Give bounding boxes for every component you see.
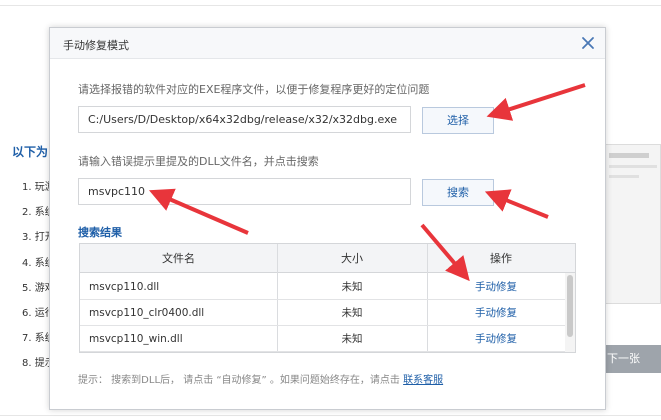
thumbnail-bar (609, 165, 657, 168)
size-cell: 未知 (341, 333, 363, 345)
table-header: 文件名 大小 操作 (80, 244, 575, 273)
column-header-filename: 文件名 (162, 252, 195, 265)
exe-instruction: 请选择报错的软件对应的EXE程序文件，以便于修复程序更好的定位问题 (78, 83, 430, 96)
search-button[interactable]: 搜索 (422, 179, 494, 206)
contact-support-link[interactable]: 联系客服 (403, 375, 443, 386)
column-header-action: 操作 (490, 252, 512, 265)
dialog-title: 手动修复模式 (63, 39, 129, 52)
table-row: msvcp110_clr0400.dll 未知 手动修复 (80, 300, 565, 326)
next-image-button[interactable]: 下一张 (604, 345, 661, 373)
tip-message: 提示： 搜索到DLL后， 请点击 “自动修复” 。如果问题始终存在，请点击 (78, 375, 400, 386)
column-header-size: 大小 (341, 252, 363, 265)
dialog-header: 手动修复模式 (50, 28, 605, 59)
background-divider (0, 415, 661, 416)
filename-cell: msvcp110_clr0400.dll (89, 307, 205, 319)
manual-repair-link[interactable]: 手动修复 (427, 300, 565, 326)
background-heading: 以下为 (12, 145, 49, 159)
thumbnail-bar (609, 153, 649, 158)
tip-text: 提示： 搜索到DLL后， 请点击 “自动修复” 。如果问题始终存在，请点击 联系… (78, 371, 443, 386)
dll-name-input[interactable]: msvpc110 (78, 178, 411, 205)
background-divider (0, 5, 661, 6)
table-scrollbar[interactable] (565, 273, 575, 352)
results-label: 搜索结果 (78, 226, 122, 239)
table-row: msvcp110_win.dll 未知 手动修复 (80, 326, 565, 352)
thumbnail-bar (609, 175, 639, 178)
manual-repair-link[interactable]: 手动修复 (427, 274, 565, 300)
close-icon[interactable] (579, 34, 597, 52)
filename-cell: msvcp110.dll (89, 281, 160, 293)
choose-button[interactable]: 选择 (422, 107, 494, 134)
scrollbar-thumb[interactable] (567, 275, 573, 337)
results-table: 文件名 大小 操作 msvcp110.dll 未知 手动修复 msvcp110_… (79, 243, 576, 353)
dll-instruction: 请输入错误提示里提及的DLL文件名，并点击搜索 (78, 155, 319, 168)
table-row: msvcp110.dll 未知 手动修复 (80, 274, 565, 300)
size-cell: 未知 (341, 307, 363, 319)
size-cell: 未知 (341, 281, 363, 293)
exe-path-field[interactable]: C:/Users/D/Desktop/x64x32dbg/release/x32… (78, 106, 411, 133)
filename-cell: msvcp110_win.dll (89, 333, 183, 345)
background-screenshot-thumbnail (604, 144, 661, 304)
manual-repair-link[interactable]: 手动修复 (427, 326, 565, 352)
manual-repair-dialog: 手动修复模式 请选择报错的软件对应的EXE程序文件，以便于修复程序更好的定位问题… (49, 27, 606, 410)
